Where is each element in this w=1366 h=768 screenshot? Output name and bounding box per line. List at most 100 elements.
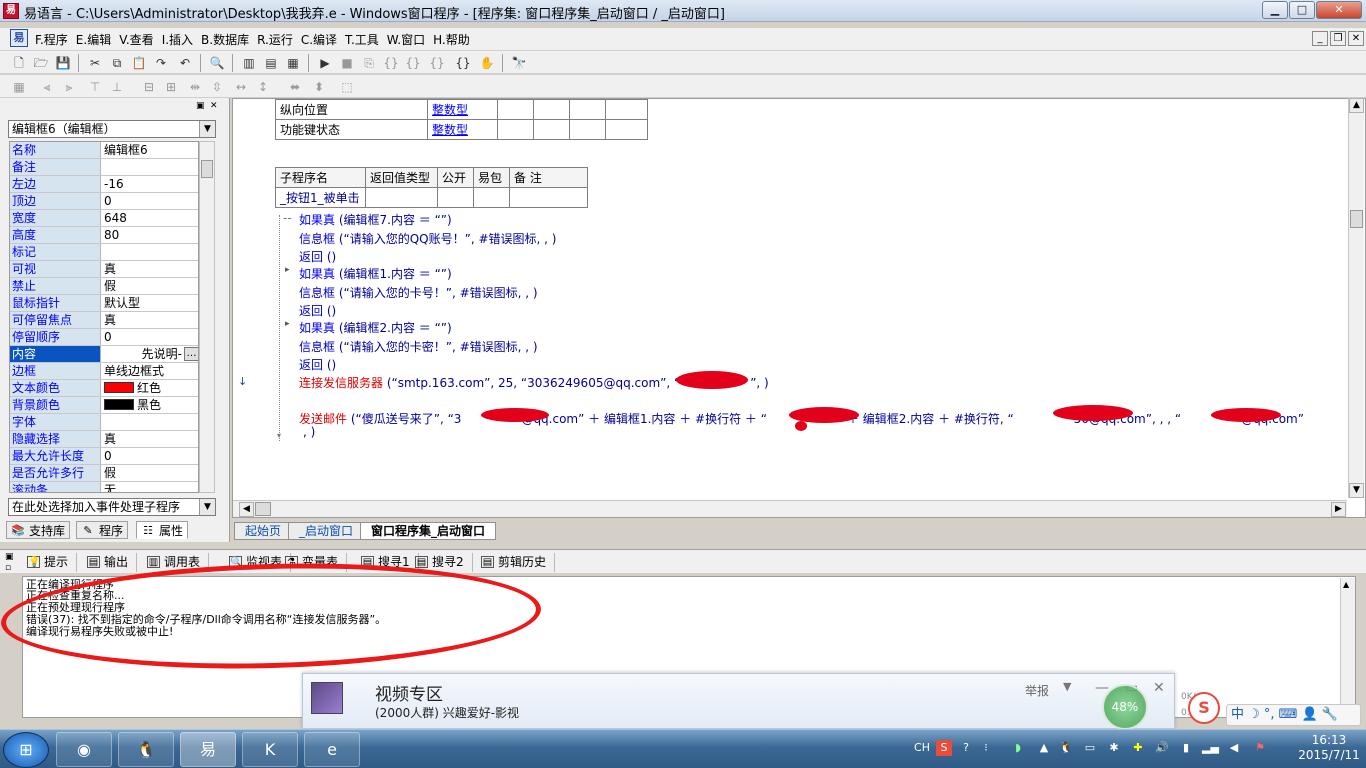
- expand-icon[interactable]: ▾: [277, 431, 281, 440]
- volume-icon[interactable]: 🔊: [1154, 740, 1170, 756]
- code-line[interactable]: 如果真 (编辑框1.内容 ＝ “”): [299, 265, 452, 282]
- property-row[interactable]: 滚动条无: [10, 482, 198, 492]
- ie-icon[interactable]: e: [304, 732, 360, 767]
- find-icon[interactable]: 🔍: [208, 54, 226, 72]
- property-value[interactable]: 默认型: [102, 295, 198, 311]
- size-h-icon[interactable]: ⬌: [286, 78, 304, 96]
- scroll-down-icon[interactable]: ▼: [1349, 483, 1364, 498]
- property-value[interactable]: 假: [102, 465, 198, 481]
- space-v-icon[interactable]: ⇳: [208, 78, 226, 96]
- new-file-icon[interactable]: 🗋: [10, 54, 28, 72]
- table-row[interactable]: 功能键状态 整数型: [275, 119, 648, 140]
- panel-close-icon[interactable]: ✕: [210, 101, 218, 111]
- code-line[interactable]: , ): [303, 425, 315, 439]
- center-v-icon[interactable]: ⊞: [162, 78, 180, 96]
- mdi-close-button[interactable]: ✕: [1348, 31, 1364, 46]
- scroll-up-icon[interactable]: ▲: [1349, 98, 1364, 113]
- binoculars-icon[interactable]: 🔭: [510, 54, 528, 72]
- menu-item-0[interactable]: F.程序: [31, 31, 72, 48]
- property-row[interactable]: 禁止假: [10, 278, 198, 295]
- property-row[interactable]: 左边 -16: [10, 176, 198, 193]
- property-value[interactable]: [102, 159, 198, 175]
- scroll-left-icon[interactable]: ◀: [239, 502, 254, 517]
- output-tab-1[interactable]: ▤ 输出: [84, 553, 138, 572]
- expand-icon[interactable]: ▸: [285, 319, 290, 329]
- network-bars-icon[interactable]: ▂▄: [1202, 740, 1219, 756]
- table-row[interactable]: _按钮1_被单击: [275, 187, 588, 208]
- menu-item-4[interactable]: B.数据库: [197, 31, 253, 48]
- picture-app-icon[interactable]: ◉: [56, 732, 112, 767]
- property-row[interactable]: 内容 先说明-…: [10, 346, 198, 363]
- speed-ball[interactable]: 48%: [1102, 684, 1148, 730]
- property-row[interactable]: 备注: [10, 159, 198, 176]
- hand-icon[interactable]: ✋: [478, 54, 496, 72]
- editor-horizontal-scrollbar[interactable]: ◀ ▶: [233, 500, 1347, 517]
- property-row[interactable]: 文本颜色 红色: [10, 380, 198, 397]
- expand-icon[interactable]: ▸: [285, 265, 290, 275]
- property-row[interactable]: 鼠标指针 默认型: [10, 295, 198, 312]
- grid-icon[interactable]: ▦: [10, 78, 28, 96]
- mdi-minimize-button[interactable]: _: [1312, 31, 1328, 46]
- property-row[interactable]: 可停留焦点真: [10, 312, 198, 329]
- property-row[interactable]: 名称 编辑框6: [10, 142, 198, 159]
- save-icon[interactable]: 💾: [54, 54, 72, 72]
- language-indicator[interactable]: CH: [912, 740, 932, 756]
- align-top-icon[interactable]: ⊤: [86, 78, 104, 96]
- popup-close-icon[interactable]: ✕: [1153, 680, 1165, 696]
- step-icon[interactable]: ⎘: [360, 54, 378, 72]
- property-value[interactable]: 0: [102, 329, 198, 345]
- system-clock[interactable]: 16:13 2015/7/11: [1296, 733, 1362, 763]
- size-both-icon[interactable]: ⬚: [338, 78, 356, 96]
- property-value[interactable]: 黑色: [102, 397, 198, 413]
- property-row[interactable]: 可视真: [10, 261, 198, 278]
- event-selector[interactable]: 在此处选择加入事件处理子程序 ▼: [8, 498, 216, 516]
- panel-pin-icon[interactable]: ▫: [5, 563, 11, 573]
- code-line[interactable]: 如果真 (编辑框7.内容 ＝ “”): [299, 211, 452, 228]
- property-value[interactable]: 0: [102, 193, 198, 209]
- property-row[interactable]: 边框 单线边框式: [10, 363, 198, 380]
- component-selector[interactable]: 编辑框6（编辑框） ▼: [8, 120, 216, 138]
- property-value[interactable]: [102, 244, 198, 260]
- center-h-icon[interactable]: ⊟: [140, 78, 158, 96]
- same-height-icon[interactable]: ↕: [254, 78, 272, 96]
- table-row[interactable]: 纵向位置 整数型: [275, 99, 648, 120]
- wifi-signal-icon[interactable]: ◗: [1008, 740, 1028, 756]
- qq-tray-icon[interactable]: 🐧: [1058, 740, 1074, 756]
- run-icon[interactable]: ▶: [316, 54, 334, 72]
- space-h-icon[interactable]: ⇹: [186, 78, 204, 96]
- scroll-thumb[interactable]: [255, 502, 271, 516]
- property-value[interactable]: 无: [102, 482, 198, 492]
- title-bar[interactable]: 易 易语言 - C:\Users\Administrator\Desktop\我…: [0, 0, 1366, 22]
- property-row[interactable]: 高度 80: [10, 227, 198, 244]
- property-scrollbar[interactable]: [199, 141, 215, 493]
- property-row[interactable]: 标记: [10, 244, 198, 261]
- security-icon[interactable]: ✚: [1130, 740, 1146, 756]
- code-line[interactable]: 返回 (): [299, 302, 336, 319]
- code-line[interactable]: 信息框 (“请输入您的卡密！”, #错误图标, , ): [299, 338, 538, 355]
- power-icon[interactable]: ▮: [1178, 740, 1194, 756]
- chevron-down-icon[interactable]: ▼: [199, 121, 215, 137]
- menu-item-3[interactable]: I.插入: [158, 31, 197, 48]
- align-bottom-icon[interactable]: ⊥: [108, 78, 126, 96]
- layout-full-icon[interactable]: ▦: [284, 54, 302, 72]
- tab-support-library[interactable]: 📚 支持库: [6, 521, 71, 539]
- tab-start-window[interactable]: _启动窗口: [288, 522, 365, 540]
- scroll-thumb[interactable]: [1350, 210, 1363, 228]
- display-icon[interactable]: ▭: [1082, 740, 1098, 756]
- variable-type[interactable]: 整数型: [427, 99, 498, 120]
- tray-options-icon[interactable]: ⁝: [980, 740, 992, 756]
- step-over-icon[interactable]: {}: [404, 54, 422, 72]
- sogou-icon[interactable]: S: [1188, 692, 1220, 724]
- property-value[interactable]: 先说明-…: [102, 346, 198, 362]
- tab-program[interactable]: ✎ 程序: [76, 521, 129, 539]
- scroll-thumb[interactable]: [201, 160, 213, 178]
- property-value[interactable]: [102, 414, 198, 430]
- variable-name[interactable]: 纵向位置: [275, 99, 428, 120]
- code-line[interactable]: 返回 (): [299, 356, 336, 373]
- property-row[interactable]: 宽度 648: [10, 210, 198, 227]
- chevron-down-icon[interactable]: ▼: [199, 499, 215, 515]
- variable-name[interactable]: 功能键状态: [275, 119, 428, 140]
- undo-icon[interactable]: ↶: [176, 54, 194, 72]
- chevron-down-icon[interactable]: ▼: [1063, 680, 1071, 693]
- property-value[interactable]: 648: [102, 210, 198, 226]
